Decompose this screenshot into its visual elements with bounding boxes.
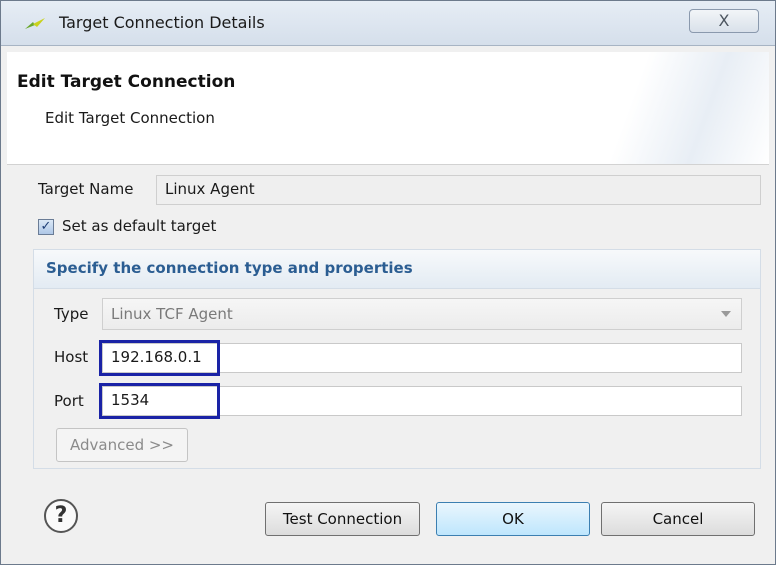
help-icon[interactable]: ?	[44, 499, 78, 533]
title-bar[interactable]: Target Connection Details X	[1, 1, 775, 46]
target-name-label: Target Name	[38, 180, 134, 198]
app-logo-icon	[25, 18, 45, 29]
close-button[interactable]: X	[689, 9, 759, 33]
default-target-label[interactable]: Set as default target	[62, 217, 216, 235]
type-label: Type	[54, 305, 89, 323]
ok-button[interactable]: OK	[436, 502, 590, 536]
connection-group-header: Specify the connection type and properti…	[34, 250, 760, 289]
test-connection-button[interactable]: Test Connection	[265, 502, 420, 536]
window-title: Target Connection Details	[59, 13, 265, 32]
advanced-button[interactable]: Advanced >>	[56, 428, 188, 462]
connection-group-title: Specify the connection type and properti…	[46, 259, 413, 277]
port-highlight-box	[99, 383, 220, 419]
cancel-button[interactable]: Cancel	[601, 502, 755, 536]
banner-subtitle: Edit Target Connection	[45, 109, 215, 127]
chevron-down-icon	[721, 311, 731, 317]
host-highlight-box	[99, 340, 220, 376]
dialog-banner: Edit Target Connection Edit Target Conne…	[7, 52, 769, 165]
type-dropdown-value: Linux TCF Agent	[111, 305, 233, 323]
banner-title: Edit Target Connection	[17, 72, 236, 92]
type-dropdown[interactable]: Linux TCF Agent	[102, 298, 742, 330]
default-target-checkbox[interactable]: ✓	[38, 219, 54, 235]
target-name-field[interactable]: Linux Agent	[156, 175, 761, 205]
close-icon: X	[718, 11, 730, 30]
port-label: Port	[54, 392, 84, 410]
host-label: Host	[54, 348, 89, 366]
